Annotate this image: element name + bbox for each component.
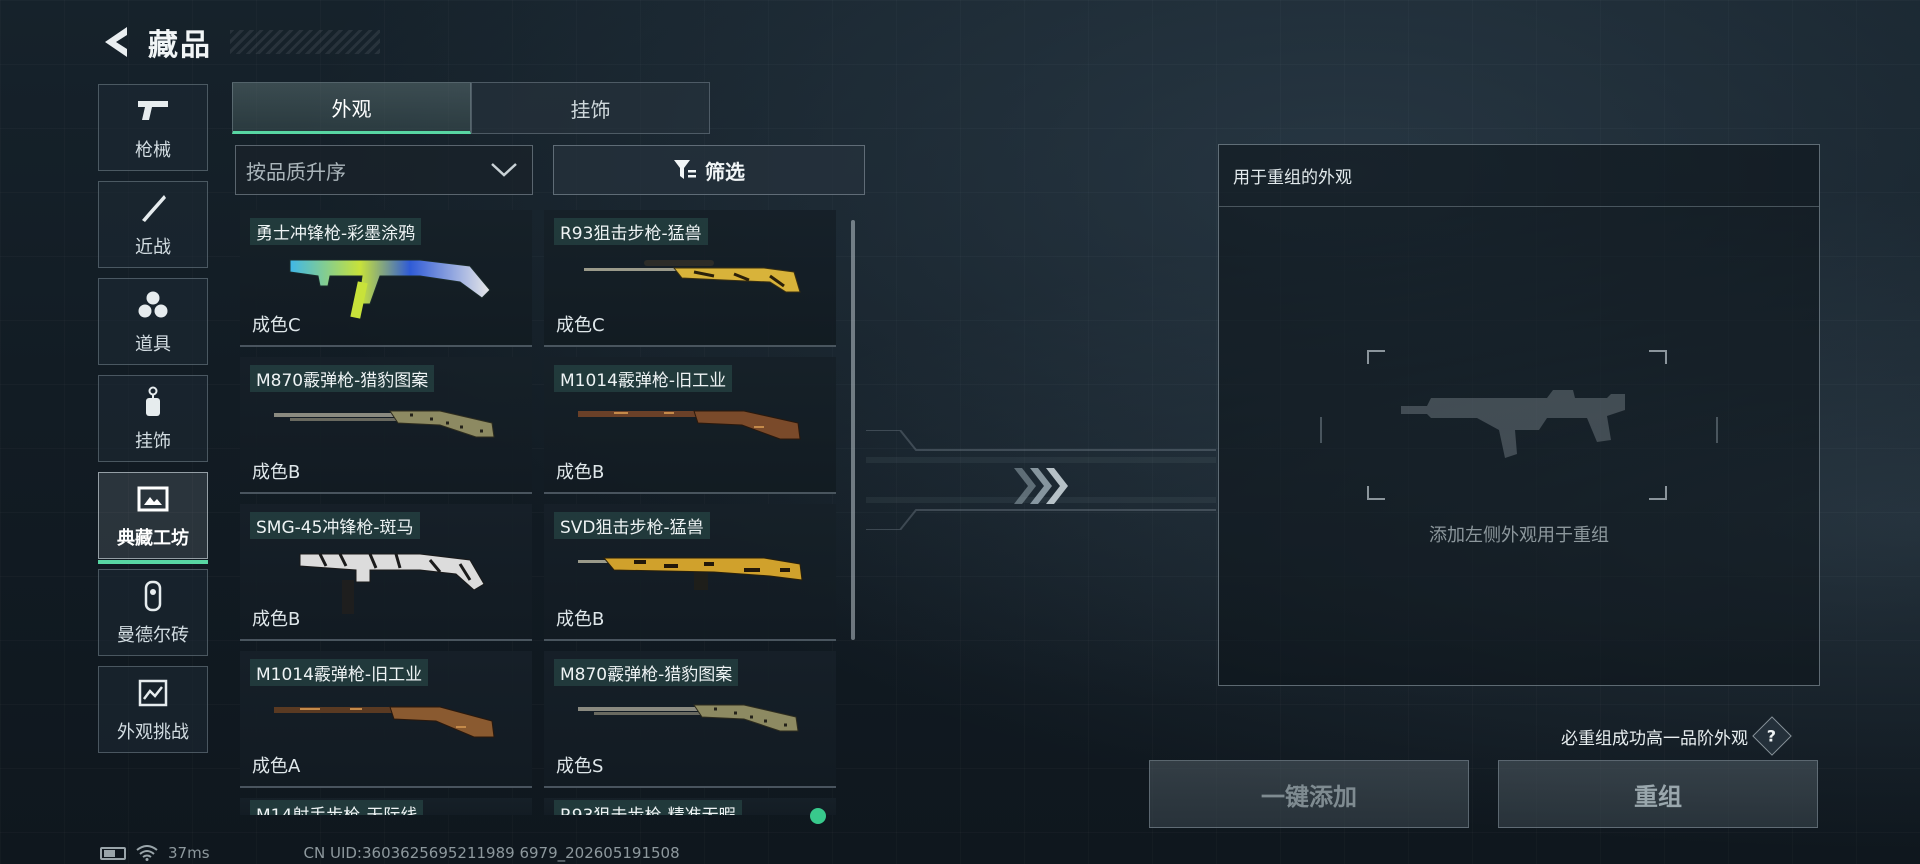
sidebar-item-gadgets[interactable]: 道具 — [98, 278, 208, 365]
recombine-panel: 用于重组的外观 添加左侧外观用于重组 — [1218, 144, 1820, 686]
knife-icon — [136, 191, 170, 225]
slot-corner — [1367, 486, 1385, 500]
grid-scrollbar[interactable] — [851, 220, 855, 640]
card-grade: 成色C — [556, 315, 605, 336]
slot-corner — [1649, 350, 1667, 364]
sort-dropdown[interactable]: 按品质升序 — [235, 145, 533, 195]
sidebar-item-charms[interactable]: 挂饰 — [98, 375, 208, 462]
page-header: 藏品 — [100, 20, 380, 64]
sidebar-item-label: 曼德尔砖 — [117, 624, 189, 646]
user-uid: CN UID:3603625695211989 6979_20260519150… — [303, 844, 680, 862]
slot-corner — [1367, 350, 1385, 364]
grenade-cluster-icon — [136, 288, 170, 322]
sidebar-item-label: 枪械 — [135, 139, 171, 161]
sidebar-item-workshop[interactable]: 典藏工坊 — [98, 472, 208, 564]
recombine-panel-header: 用于重组的外观 — [1219, 145, 1819, 207]
back-button[interactable] — [100, 22, 134, 62]
card-name: SVD狙击步枪-猛兽 — [554, 512, 710, 539]
page-title: 藏品 — [148, 28, 212, 63]
card-name: M870霰弹枪-猎豹图案 — [554, 659, 739, 686]
sniper-beast-skin-icon — [584, 260, 801, 293]
charm-icon — [136, 385, 170, 419]
appearance-card[interactable]: 勇士冲锋枪-彩墨涂鸦 成色C — [240, 210, 532, 347]
card-name: R93狙击步枪-猛兽 — [554, 218, 708, 245]
status-bar: 37ms CN UID:3603625695211989 6979_202605… — [100, 844, 680, 862]
sidebar-item-label: 道具 — [135, 333, 171, 355]
appearance-card[interactable]: R93狙击步枪-猛兽 成色C — [544, 210, 836, 347]
sidebar-item-appearance-challenge[interactable]: 外观挑战 — [98, 666, 208, 753]
filter-funnel-icon — [674, 160, 696, 179]
tab-charms[interactable]: 挂饰 — [471, 82, 710, 134]
add-all-button[interactable]: 一键添加 — [1149, 760, 1469, 828]
sidebar-item-label: 典藏工坊 — [117, 527, 189, 549]
sidebar-item-label: 近战 — [135, 236, 171, 258]
smg-zebra-skin-icon — [299, 553, 485, 614]
card-grade: 成色B — [252, 609, 301, 630]
new-indicator-dot — [810, 808, 826, 824]
appearance-card[interactable]: M870霰弹枪-猎豹图案 成色S — [544, 651, 836, 788]
card-name: M1014霰弹枪-旧工业 — [554, 365, 733, 392]
pistol-icon — [136, 94, 170, 128]
appearance-card[interactable]: SMG-45冲锋枪-斑马 成色B — [240, 504, 532, 641]
card-grade: 成色S — [556, 756, 604, 777]
battery-icon — [100, 846, 126, 860]
sniper-beast-skin-icon — [578, 557, 803, 590]
title-decoration — [230, 30, 380, 54]
sidebar-item-mandel-brick[interactable]: 曼德尔砖 — [98, 569, 208, 656]
chevron-down-icon — [491, 163, 517, 177]
card-grade: 成色A — [252, 756, 301, 777]
shotgun-rust-skin-icon — [274, 706, 495, 738]
appearance-card[interactable]: R93狙击步枪-精准无暇 — [544, 798, 836, 815]
sidebar-item-label: 外观挑战 — [117, 721, 189, 743]
appearance-grid: 勇士冲锋枪-彩墨涂鸦 成色C R93狙击步枪-猛兽 成色C M870霰弹枪-猎豹… — [240, 210, 862, 815]
card-grade: 成色B — [556, 609, 605, 630]
sidebar-item-melee[interactable]: 近战 — [98, 181, 208, 268]
recombine-panel-title: 用于重组的外观 — [1233, 168, 1352, 188]
back-arrow-icon — [105, 27, 127, 57]
question-mark-icon: ? — [1767, 726, 1777, 746]
card-name: M14射手步枪-天际线 — [250, 800, 424, 815]
sidebar-item-label: 挂饰 — [135, 430, 171, 452]
category-tabs: 外观 挂饰 — [232, 82, 710, 134]
challenge-map-icon — [136, 676, 170, 710]
filter-button-label: 筛选 — [705, 159, 745, 184]
card-name: M1014霰弹枪-旧工业 — [250, 659, 429, 686]
card-grade: 成色B — [252, 462, 301, 483]
card-grade: 成色C — [252, 315, 301, 336]
arrow-chevrons-icon — [1010, 462, 1070, 510]
card-name: SMG-45冲锋枪-斑马 — [250, 512, 420, 539]
sidebar-item-firearms[interactable]: 枪械 — [98, 84, 208, 171]
appearance-card[interactable]: M1014霰弹枪-旧工业 成色B — [544, 357, 836, 494]
shotgun-rust-skin-icon — [578, 410, 801, 440]
card-name: M870霰弹枪-猎豹图案 — [250, 365, 435, 392]
ping-value: 37ms — [168, 844, 210, 862]
tab-appearance[interactable]: 外观 — [232, 82, 471, 134]
smg-graffiti-skin-icon — [289, 259, 491, 319]
mandel-brick-icon — [136, 579, 170, 613]
slot-corner — [1649, 486, 1667, 500]
wifi-icon — [136, 845, 158, 861]
slot-side-markers — [1320, 417, 1718, 443]
card-grade: 成色B — [556, 462, 605, 483]
appearance-card[interactable]: SVD狙击步枪-猛兽 成色B — [544, 504, 836, 641]
shotgun-cheetah-skin-icon — [274, 410, 495, 438]
appearance-card[interactable]: M870霰弹枪-猎豹图案 成色B — [240, 357, 532, 494]
card-name: R93狙击步枪-精准无暇 — [554, 800, 742, 815]
appearance-card[interactable]: M1014霰弹枪-旧工业 成色A — [240, 651, 532, 788]
workshop-frame-icon — [136, 482, 170, 516]
filter-button[interactable]: 筛选 — [553, 145, 865, 195]
guarantee-row: 必重组成功高一品阶外观 ? — [1561, 716, 1792, 756]
shotgun-cheetah-skin-icon — [578, 704, 799, 732]
guarantee-text: 必重组成功高一品阶外观 — [1561, 728, 1748, 749]
help-button[interactable]: ? — [1752, 716, 1792, 756]
category-sidebar: 枪械 近战 道具 挂饰 典藏工坊 曼德尔砖 外观挑战 — [98, 84, 208, 753]
sort-dropdown-value: 按品质升序 — [246, 159, 346, 184]
recombine-button[interactable]: 重组 — [1498, 760, 1818, 828]
appearance-card[interactable]: M14射手步枪-天际线 — [240, 798, 532, 815]
card-name: 勇士冲锋枪-彩墨涂鸦 — [250, 218, 422, 245]
recombine-hint: 添加左侧外观用于重组 — [1429, 525, 1609, 546]
